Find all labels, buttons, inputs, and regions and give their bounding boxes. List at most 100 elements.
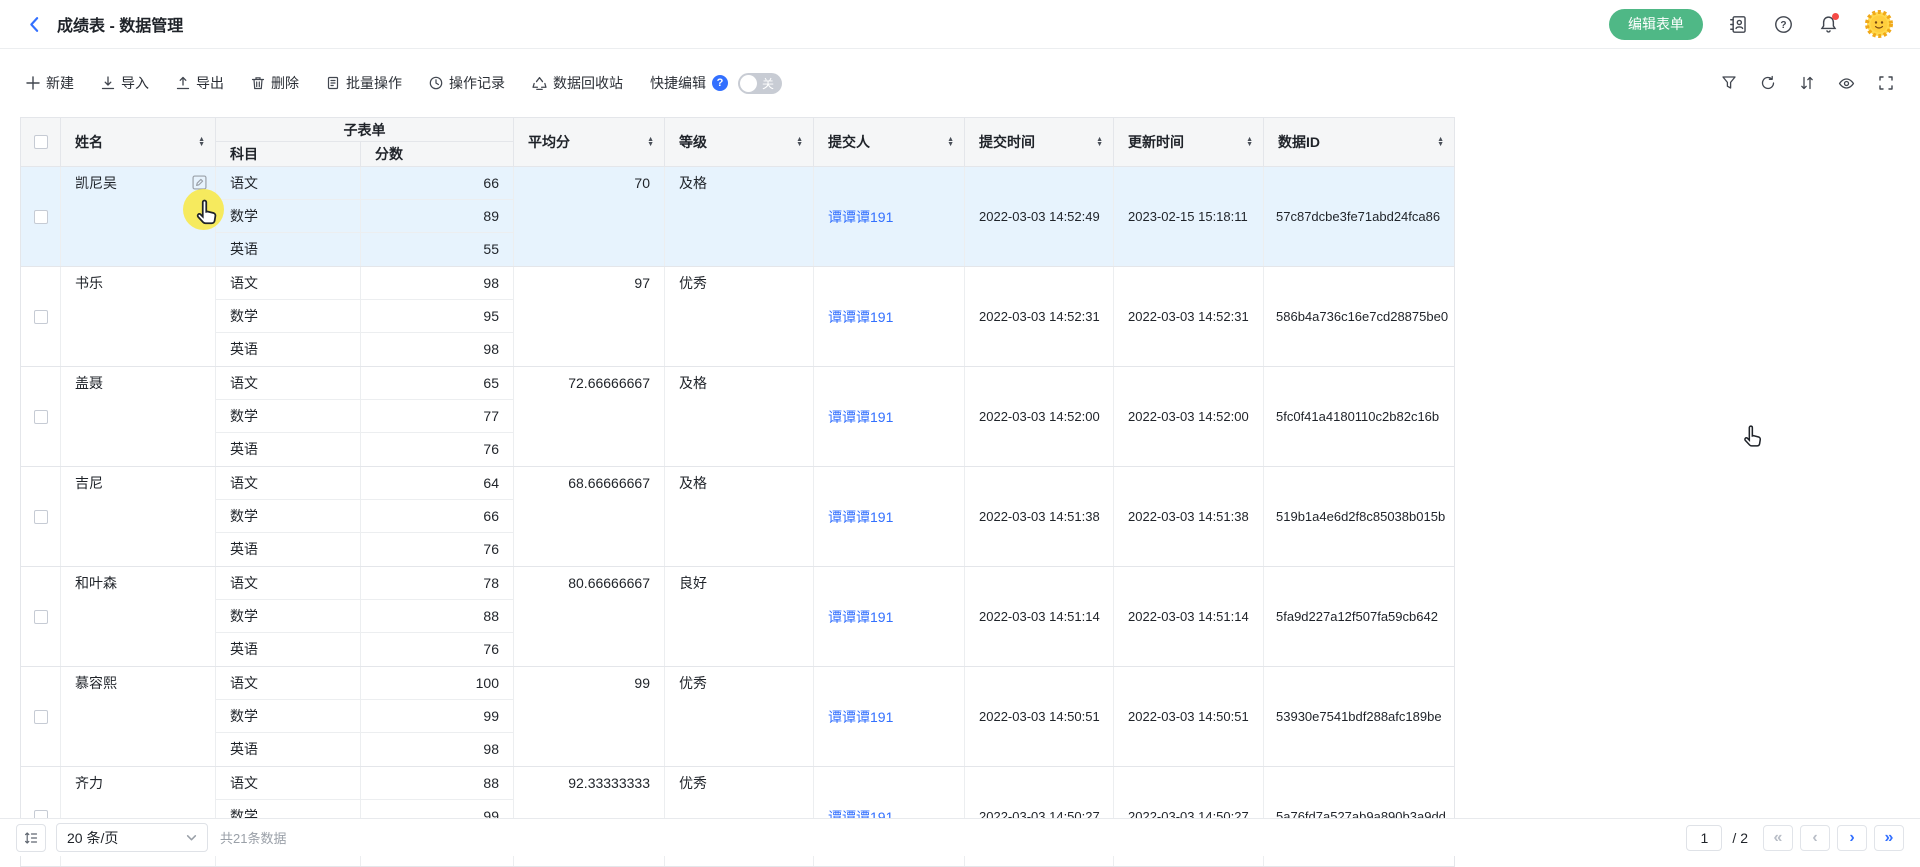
- col-header-submit-time[interactable]: 提交时间 ▲▼: [965, 118, 1114, 166]
- edit-form-button[interactable]: 编辑表单: [1609, 9, 1703, 40]
- quick-edit-label-wrap: 快捷编辑 ?: [650, 73, 728, 93]
- operation-log-label: 操作记录: [449, 73, 505, 93]
- subject-value: 语文: [216, 167, 360, 200]
- submit-time-cell: 2022-03-03 14:51:38: [965, 467, 1114, 566]
- col-header-name[interactable]: 姓名 ▲▼: [61, 118, 216, 166]
- export-label: 导出: [196, 73, 224, 93]
- data-id-cell: 53930e7541bdf288afc189be: [1264, 667, 1454, 766]
- col-submit-time-label: 提交时间: [979, 132, 1035, 152]
- toggle-knob: [740, 75, 757, 92]
- per-page-select[interactable]: 20 条/页: [56, 823, 208, 852]
- page-input[interactable]: [1686, 825, 1722, 851]
- score-cell: 1009998: [361, 667, 514, 766]
- back-icon[interactable]: [26, 16, 43, 33]
- table-header: 姓名 ▲▼ 子表单 科目 分数 平均分 ▲▼ 等级 ▲▼ 提交人 ▲▼ 提交时间…: [21, 118, 1454, 167]
- sort-icon[interactable]: ▲▼: [1437, 137, 1444, 148]
- grade-cell: 及格: [665, 367, 814, 466]
- table-row: 盖聂语文数学英语65777672.66666667及格谭谭谭1912022-03…: [21, 367, 1454, 467]
- subject-value: 英语: [216, 533, 360, 566]
- sort-icon[interactable]: ▲▼: [1096, 137, 1103, 148]
- row-checkbox[interactable]: [34, 710, 48, 724]
- subject-cell: 语文数学英语: [216, 467, 361, 566]
- submitter-link[interactable]: 谭谭谭191: [828, 207, 893, 227]
- row-height-icon[interactable]: [16, 824, 46, 852]
- quick-edit-toggle[interactable]: 关: [738, 73, 782, 94]
- subject-value: 数学: [216, 500, 360, 533]
- subject-value: 语文: [216, 267, 360, 300]
- student-name: 吉尼: [75, 467, 103, 500]
- average-cell: 70: [514, 167, 665, 266]
- new-button[interactable]: 新建: [26, 73, 74, 93]
- update-time-cell: 2022-03-03 14:50:51: [1114, 667, 1264, 766]
- export-button[interactable]: 导出: [176, 73, 224, 93]
- submitter-link[interactable]: 谭谭谭191: [828, 407, 893, 427]
- submitter-link[interactable]: 谭谭谭191: [828, 607, 893, 627]
- submitter-cell: 谭谭谭191: [814, 667, 965, 766]
- student-name: 慕容熙: [75, 667, 117, 700]
- column-visibility-icon[interactable]: [1838, 75, 1855, 92]
- import-button[interactable]: 导入: [101, 73, 149, 93]
- row-checkbox[interactable]: [34, 510, 48, 524]
- col-header-grade[interactable]: 等级 ▲▼: [665, 118, 814, 166]
- last-page-button[interactable]: »: [1874, 825, 1904, 851]
- submitter-link[interactable]: 谭谭谭191: [828, 507, 893, 527]
- submitter-link[interactable]: 谭谭谭191: [828, 707, 893, 727]
- subject-cell: 语文数学英语: [216, 167, 361, 266]
- fullscreen-icon[interactable]: [1878, 75, 1894, 91]
- help-icon[interactable]: ?: [1774, 15, 1793, 34]
- header-right: 编辑表单 ?: [1609, 9, 1894, 40]
- filter-icon[interactable]: [1721, 75, 1737, 91]
- score-value: 76: [361, 533, 513, 566]
- quick-edit-help-icon[interactable]: ?: [712, 75, 728, 91]
- total-records: 共21条数据: [220, 828, 286, 847]
- per-page-value: 20 条/页: [67, 828, 118, 848]
- sort-icon[interactable]: ▲▼: [198, 137, 205, 148]
- col-subject-label: 科目: [230, 144, 258, 164]
- student-name: 盖聂: [75, 367, 103, 400]
- chevron-down-icon: [186, 832, 197, 843]
- table-row: 书乐语文数学英语98959897优秀谭谭谭1912022-03-03 14:52…: [21, 267, 1454, 367]
- col-header-submitter[interactable]: 提交人 ▲▼: [814, 118, 965, 166]
- sort-icon[interactable]: ▲▼: [1246, 137, 1253, 148]
- delete-button[interactable]: 删除: [251, 73, 299, 93]
- sort-icon[interactable]: ▲▼: [796, 137, 803, 148]
- col-submitter-label: 提交人: [828, 132, 870, 152]
- name-cell: 书乐: [61, 267, 216, 366]
- row-checkbox[interactable]: [34, 410, 48, 424]
- sort-icon[interactable]: ▲▼: [947, 137, 954, 148]
- col-header-data-id[interactable]: 数据ID ▲▼: [1264, 118, 1454, 166]
- operation-log-button[interactable]: 操作记录: [429, 73, 505, 93]
- row-checkbox[interactable]: [34, 310, 48, 324]
- average-cell: 97: [514, 267, 665, 366]
- subject-value: 数学: [216, 200, 360, 233]
- subject-cell: 语文数学英语: [216, 267, 361, 366]
- grade-cell: 优秀: [665, 667, 814, 766]
- score-value: 77: [361, 400, 513, 433]
- recycle-bin-button[interactable]: 数据回收站: [532, 73, 623, 93]
- sort-order-icon[interactable]: [1799, 75, 1815, 91]
- col-header-average[interactable]: 平均分 ▲▼: [514, 118, 665, 166]
- toolbar: 新建 导入 导出 删除 批量操作 操作记录 数据回收站 快捷编辑 ? 关: [0, 49, 1920, 117]
- row-checkbox-cell: [21, 167, 61, 266]
- address-book-icon[interactable]: [1729, 15, 1748, 34]
- select-all-checkbox[interactable]: [34, 135, 48, 149]
- submitter-link[interactable]: 谭谭谭191: [828, 307, 893, 327]
- score-value: 66: [361, 167, 513, 200]
- submitter-cell: 谭谭谭191: [814, 367, 965, 466]
- submit-time-cell: 2022-03-03 14:52:00: [965, 367, 1114, 466]
- sort-icon[interactable]: ▲▼: [647, 137, 654, 148]
- edit-record-icon[interactable]: [192, 175, 207, 190]
- col-header-update-time[interactable]: 更新时间 ▲▼: [1114, 118, 1264, 166]
- refresh-icon[interactable]: [1760, 75, 1776, 91]
- notification-bell-icon[interactable]: [1819, 15, 1838, 34]
- prev-page-button[interactable]: ‹: [1800, 825, 1830, 851]
- row-checkbox[interactable]: [34, 210, 48, 224]
- score-value: 66: [361, 500, 513, 533]
- row-checkbox[interactable]: [34, 610, 48, 624]
- first-page-button[interactable]: «: [1763, 825, 1793, 851]
- col-name-label: 姓名: [75, 132, 103, 152]
- pager: / 2 « ‹ › »: [1686, 825, 1904, 851]
- next-page-button[interactable]: ›: [1837, 825, 1867, 851]
- avatar[interactable]: [1864, 9, 1894, 39]
- batch-operation-button[interactable]: 批量操作: [326, 73, 402, 93]
